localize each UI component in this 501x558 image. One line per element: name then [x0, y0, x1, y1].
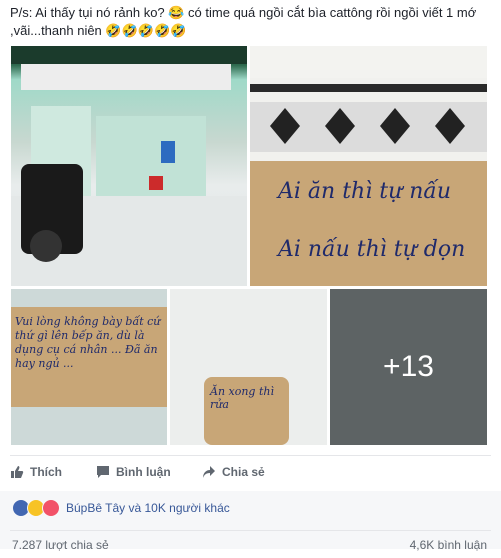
like-button[interactable]: Thích [10, 465, 62, 479]
sign-text: Ăn xong thì rửa [210, 385, 274, 411]
share-label: Chia sẻ [222, 465, 265, 479]
reaction-summary-row[interactable]: BúpBê Tây và 10K người khác [12, 499, 230, 517]
photo-4-sign[interactable]: Ăn xong thì rửa [170, 289, 327, 445]
sign-line-2: Ai nấu thì tự dọn [278, 237, 466, 262]
reaction-summary-text[interactable]: BúpBê Tây và 10K người khác [66, 501, 230, 515]
photo-5-more[interactable]: +13 [330, 289, 487, 445]
cardboard-sign: Ăn xong thì rửa [204, 377, 289, 445]
room-illustration [11, 46, 247, 286]
share-button[interactable]: Chia sẻ [202, 465, 265, 479]
more-photos-overlay[interactable]: +13 [330, 289, 487, 445]
more-photos-count: +13 [383, 350, 434, 383]
thumbs-up-icon [11, 466, 24, 478]
comment-label: Bình luận [116, 465, 171, 479]
post-actions: Thích Bình luận Chia sẻ [0, 456, 501, 488]
divider [10, 530, 491, 531]
comment-count[interactable]: 4,6K bình luận [410, 538, 487, 552]
share-count[interactable]: 7.287 lượt chia sẻ [12, 538, 109, 552]
share-icon [203, 466, 215, 478]
cardboard-sign: Vui lòng không bày bất cứ thứ gì lên bếp… [11, 307, 167, 407]
photo-2-sign[interactable]: Ai ăn thì tự nấu Ai nấu thì tự dọn [250, 46, 487, 286]
photo-1-room[interactable] [11, 46, 247, 286]
like-label: Thích [30, 465, 62, 479]
cardboard-sign: Ai ăn thì tự nấu Ai nấu thì tự dọn [250, 161, 487, 286]
photo-3-sign[interactable]: Vui lòng không bày bất cứ thứ gì lên bếp… [11, 289, 167, 445]
love-reaction-icon [42, 499, 60, 517]
sign-text: Vui lòng không bày bất cứ thứ gì lên bếp… [15, 315, 161, 370]
comment-button[interactable]: Bình luận [96, 465, 171, 479]
comment-icon [97, 466, 109, 478]
post-caption: P/s: Ai thấy tụi nó rảnh ko? 😂 có time q… [10, 5, 477, 38]
sign-line-1: Ai ăn thì tự nấu [278, 179, 452, 204]
